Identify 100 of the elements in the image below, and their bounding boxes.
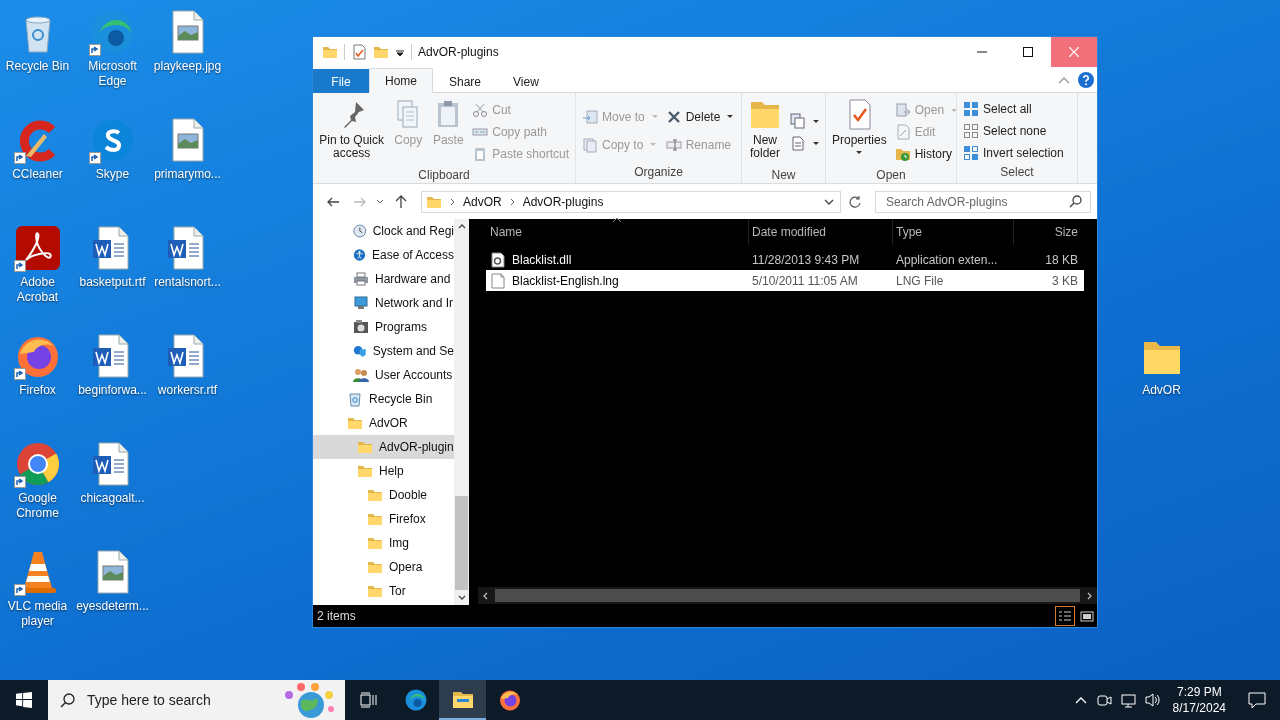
help-icon xyxy=(1078,72,1094,88)
file-icon xyxy=(490,272,506,289)
desktop-icon-label[interactable]: Adobe Acrobat xyxy=(0,275,75,305)
select-none-icon xyxy=(963,122,979,139)
clock-button[interactable]: 7:29 PM 8/17/2024 xyxy=(1164,684,1234,716)
ribbon-button[interactable]: Select none xyxy=(959,122,1068,139)
ribbon-button[interactable]: Pin to Quick access xyxy=(315,96,389,168)
nav-item[interactable]: Help xyxy=(313,459,454,483)
dropdown-caret-icon xyxy=(951,108,958,112)
desktop-icon-label[interactable]: Recycle Bin xyxy=(5,59,70,74)
desktop-icon-label[interactable]: primarymo... xyxy=(154,167,221,182)
folder-icon xyxy=(347,415,363,431)
desktop-icon-label[interactable]: CCleaner xyxy=(12,167,63,182)
breadcrumb[interactable]: AdvOR xyxy=(463,194,502,209)
nav-item[interactable]: Opera xyxy=(313,555,454,579)
nav-item[interactable]: Network and Ir xyxy=(313,291,454,315)
column-header[interactable]: Type xyxy=(893,219,1014,245)
desktop-icon-label[interactable]: playkeep.jpg xyxy=(153,59,222,74)
ribbon-button[interactable]: Invert selection xyxy=(959,144,1068,161)
taskbar-search-field[interactable]: Type here to search xyxy=(85,691,271,709)
chevron-up-icon xyxy=(1074,695,1087,705)
dropdown-caret-icon xyxy=(824,198,834,205)
taskbar-search-box[interactable]: Type here to search xyxy=(48,680,345,720)
ribbon-button[interactable]: History xyxy=(890,146,962,162)
column-header[interactable]: Size xyxy=(1014,219,1084,245)
search-field[interactable]: Search AdvOR-plugins xyxy=(884,193,1069,210)
nav-item[interactable]: Programs xyxy=(313,315,454,339)
select-all-icon xyxy=(963,100,979,117)
desktop-icon-label[interactable]: Microsoft Edge xyxy=(75,59,150,89)
scrollbar-thumb[interactable] xyxy=(495,589,1080,602)
nav-item[interactable]: Ease of Access xyxy=(313,243,454,267)
nav-item[interactable]: AdvOR xyxy=(313,411,454,435)
folder-icon xyxy=(367,511,383,527)
desktop-icon-label[interactable]: eyesdeterm... xyxy=(76,599,149,614)
folder-icon xyxy=(357,439,373,455)
open-icon xyxy=(894,102,911,118)
history-icon xyxy=(894,146,911,162)
desktop-icon-label[interactable]: Firefox xyxy=(19,383,56,398)
details-view-button[interactable] xyxy=(1055,606,1075,626)
nav-item[interactable]: Tor xyxy=(313,579,454,603)
scroll-right-icon xyxy=(1086,591,1093,600)
file-row[interactable]: Blacklist.dll 11/28/2013 9:43 PM Application exten... 18 KB xyxy=(486,249,1084,270)
nav-item[interactable]: Recycle Bin xyxy=(313,387,454,411)
ribbon-tab[interactable]: View xyxy=(497,69,555,93)
folder-icon xyxy=(367,535,383,551)
refresh-icon xyxy=(848,194,862,209)
folder-icon xyxy=(357,463,373,479)
file-row[interactable]: Blacklist-English.lng 5/10/2011 11:05 AM LNG File 3 KB xyxy=(486,270,1084,291)
desktop-icon-label[interactable]: workersr.rtf xyxy=(157,383,218,398)
ribbon-group-label: Select xyxy=(999,165,1035,181)
desktop-icon-label[interactable]: VLC media player xyxy=(0,599,75,629)
details-icon xyxy=(1058,609,1072,623)
file-menu-tab[interactable]: File xyxy=(313,69,369,93)
accessibility-icon xyxy=(353,247,366,263)
nav-item[interactable]: Img xyxy=(313,531,454,555)
desktop-icon-label[interactable]: Skype xyxy=(95,167,130,182)
desktop-icon-label[interactable]: chicagoalt... xyxy=(80,491,145,506)
breadcrumb[interactable]: AdvOR-plugins xyxy=(522,194,604,209)
dropdown-caret-icon xyxy=(813,119,819,123)
column-header[interactable]: Name xyxy=(486,219,749,245)
large-icons-icon xyxy=(1080,609,1094,623)
horizontal-scrollbar[interactable] xyxy=(478,587,1097,604)
nav-item[interactable]: AdvOR-plugin xyxy=(313,435,454,459)
search-box[interactable]: Search AdvOR-plugins xyxy=(875,190,1091,213)
back-arrow-icon xyxy=(326,195,340,208)
ribbon-tab[interactable]: Share xyxy=(433,69,498,93)
scrollbar-thumb[interactable] xyxy=(455,496,468,590)
nav-item[interactable]: System and Se xyxy=(313,339,454,363)
nav-item[interactable]: Dooble xyxy=(313,483,454,507)
ribbon-button[interactable]: Delete xyxy=(661,108,738,125)
column-header[interactable]: Date modified xyxy=(749,219,893,245)
vertical-scrollbar[interactable] xyxy=(454,219,469,605)
ribbon-button[interactable]: Properties xyxy=(828,96,891,168)
desktop-icon-label[interactable]: basketput.rtf xyxy=(79,275,146,290)
ribbon-tab[interactable]: Home xyxy=(369,68,433,93)
file-size-cell-text: 18 KB xyxy=(1044,252,1079,267)
camera-icon xyxy=(1097,692,1113,708)
desktop-icon-label[interactable]: AdvOR xyxy=(1142,383,1181,398)
desktop-icon-label[interactable]: beginforwa... xyxy=(78,383,147,398)
speaker-icon xyxy=(1145,692,1161,708)
file-name: Blacklist-English.lng xyxy=(512,273,619,288)
desktop-icon-label[interactable]: rentalsnort... xyxy=(154,275,221,290)
easy-access-icon xyxy=(790,135,806,151)
file-type-cell-text: Application exten... xyxy=(895,252,999,267)
address-bar[interactable]: AdvOR AdvOR-plugins xyxy=(421,190,841,213)
nav-item[interactable]: Hardware and xyxy=(313,267,454,291)
ribbon-button[interactable]: Select all xyxy=(959,100,1068,117)
nav-item[interactable]: Firefox xyxy=(313,507,454,531)
dropdown-caret-icon xyxy=(650,143,657,146)
desktop-icon-label[interactable]: Google Chrome xyxy=(0,491,75,521)
network-icon xyxy=(353,295,369,311)
recycle-bin-icon xyxy=(347,391,363,407)
folder-icon xyxy=(367,583,383,599)
nav-item[interactable]: Clock and Regi xyxy=(313,219,454,243)
move-icon xyxy=(582,108,598,125)
ribbon-button[interactable]: New folder xyxy=(744,96,786,168)
folder-icon xyxy=(322,44,338,60)
nav-item[interactable]: User Accounts xyxy=(313,363,454,387)
file-explorer-taskbar-button[interactable] xyxy=(439,680,486,720)
properties-icon xyxy=(351,44,367,60)
